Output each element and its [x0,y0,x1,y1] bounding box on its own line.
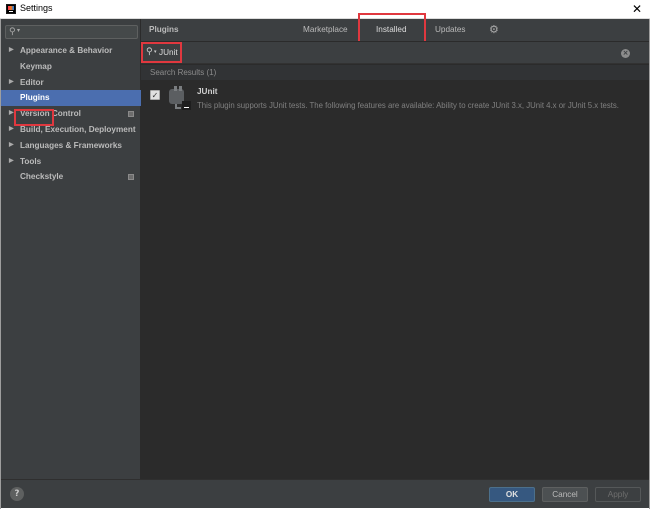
help-button[interactable]: ? [10,487,24,501]
ok-button[interactable]: OK [489,487,535,502]
expand-arrow-icon[interactable]: ▶ [9,43,14,59]
plugin-name: JUnit [197,87,218,96]
search-highlight-box [141,42,182,63]
project-scope-icon [128,174,134,181]
sidebar-item-label: Tools [20,156,42,166]
dialog-footer: ? OK Cancel Apply [1,479,649,508]
sidebar-item-label: Build, Execution, Deployment [20,124,136,134]
sidebar-item-plugins[interactable]: Plugins [1,90,141,107]
plugins-highlight-box [14,109,54,126]
expand-arrow-icon[interactable]: ▶ [9,106,14,122]
window-title: Settings [20,3,53,13]
sidebar-item-checkstyle[interactable]: Checkstyle [1,169,141,185]
tab-updates[interactable]: Updates [435,25,466,34]
plugin-enabled-checkbox[interactable]: ✓ [150,90,160,100]
expand-arrow-icon[interactable]: ▶ [9,138,14,154]
sidebar-item-label: Checkstyle [20,172,64,182]
search-icon: ⚲ [9,27,16,37]
sidebar-item-label: Keymap [20,61,52,71]
cancel-button[interactable]: Cancel [542,487,588,502]
sidebar-item-appearance-behavior[interactable]: ▶ Appearance & Behavior [1,43,141,59]
sidebar-item-label: Editor [20,77,44,87]
apply-button[interactable]: Apply [595,487,641,502]
settings-sidebar: ⚲ ▾ ▶ Appearance & Behavior Keymap ▶ Edi… [1,19,141,479]
plugin-description: This plugin supports JUnit tests. The fo… [197,101,619,110]
results-header: Search Results (1) [141,65,649,80]
gear-icon[interactable]: ⚙ [489,23,499,36]
plugins-panel: Plugins Marketplace Installed Updates ⚙ … [141,13,649,479]
app-icon [6,4,16,14]
plugins-header: Plugins Marketplace Installed Updates ⚙ [141,13,649,49]
settings-search-input[interactable]: ⚲ ▾ [5,25,138,39]
chevron-down-icon: ▾ [17,27,21,34]
expand-arrow-icon[interactable]: ▶ [9,154,14,170]
sidebar-item-tools[interactable]: ▶ Tools [1,154,141,170]
expand-arrow-icon[interactable]: ▶ [9,122,14,138]
sidebar-item-label: Plugins [20,93,50,103]
plugin-icon [169,86,191,110]
window-titlebar: Settings ✕ [0,0,650,19]
sidebar-item-label: Languages & Frameworks [20,140,122,150]
plugin-search-bar[interactable]: ⚲ ▾ JUnit × [141,41,649,64]
close-window-button[interactable]: ✕ [630,1,644,17]
expand-arrow-icon[interactable]: ▶ [9,75,14,91]
project-scope-icon [128,111,134,118]
sidebar-item-editor[interactable]: ▶ Editor [1,75,141,91]
sidebar-item-languages-frameworks[interactable]: ▶ Languages & Frameworks [1,138,141,154]
list-item[interactable]: ✓ JUnit This plugin supports JUnit tests… [141,81,649,113]
tab-marketplace[interactable]: Marketplace [303,25,348,34]
sidebar-item-label: Appearance & Behavior [20,46,113,55]
sidebar-item-keymap[interactable]: Keymap [1,59,141,75]
page-title: Plugins [149,25,179,34]
clear-icon[interactable]: × [621,49,630,58]
results-count: Search Results (1) [150,68,217,77]
